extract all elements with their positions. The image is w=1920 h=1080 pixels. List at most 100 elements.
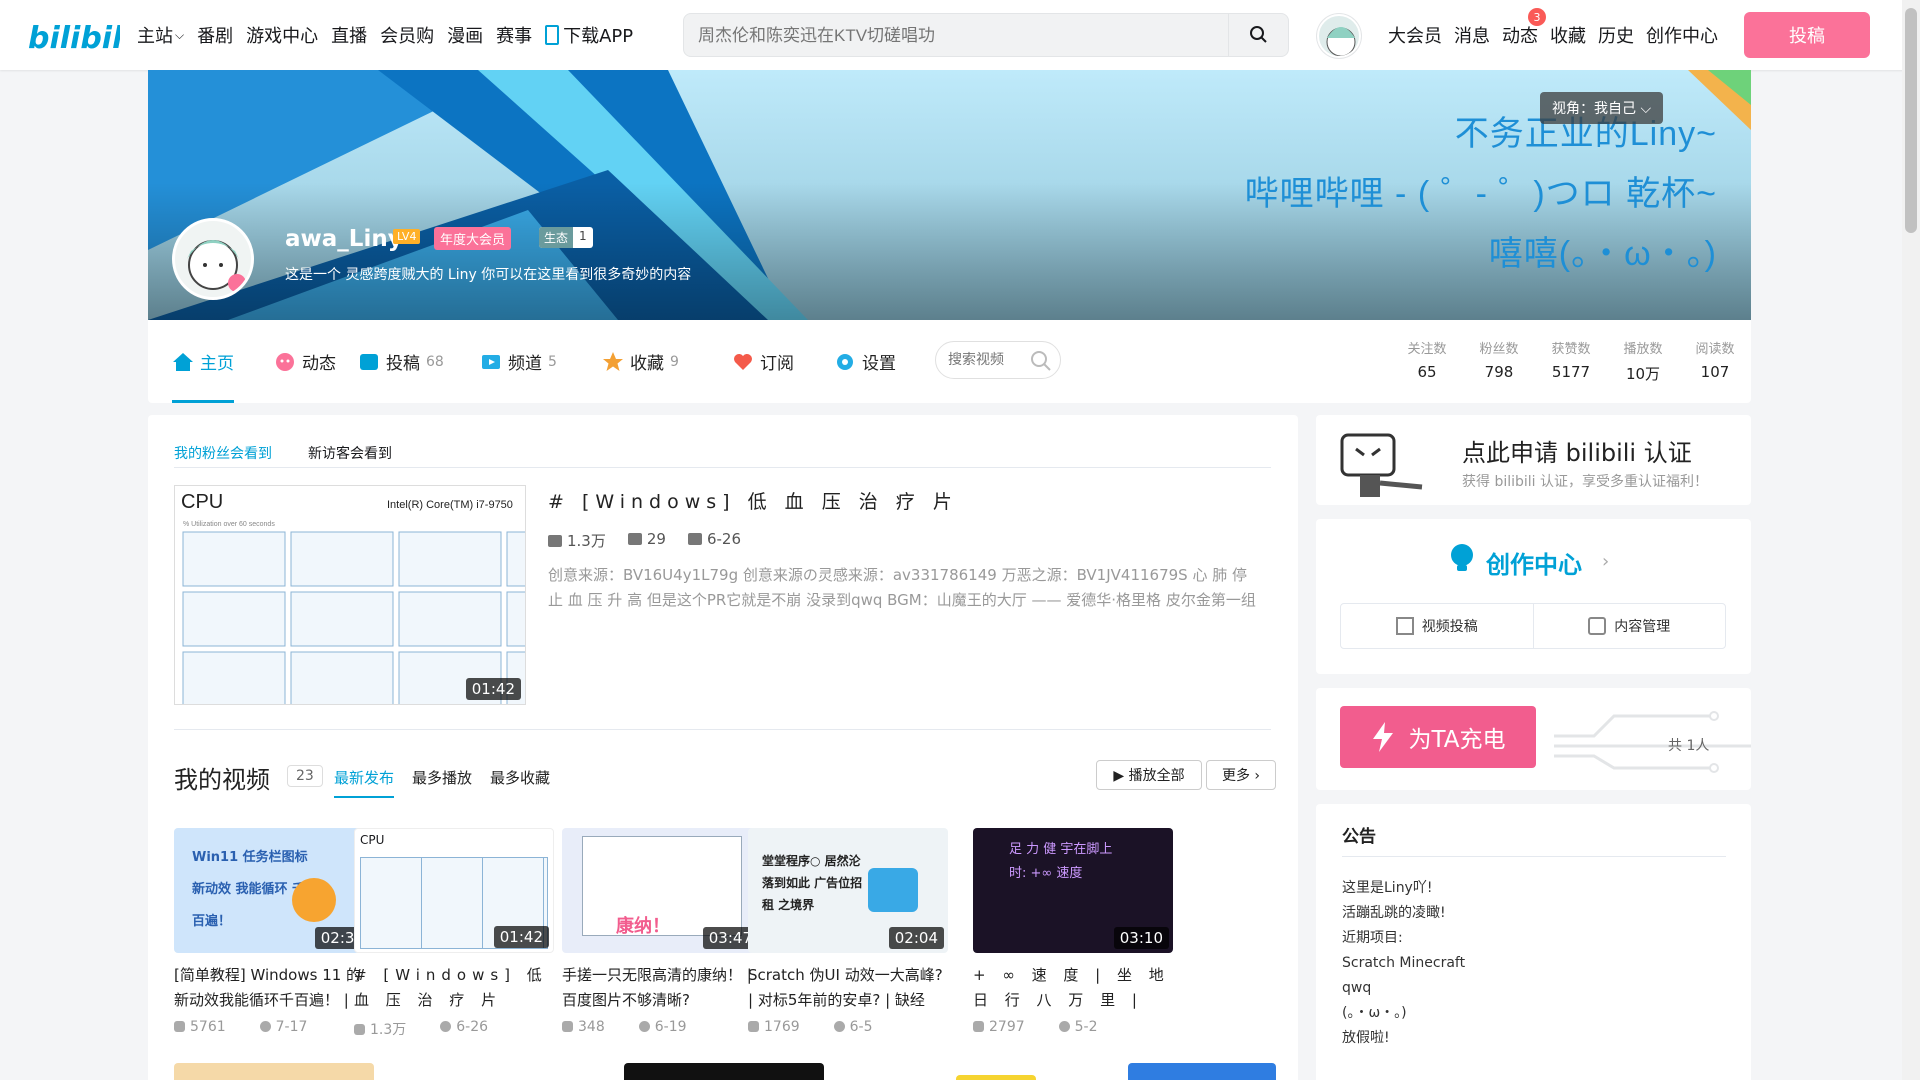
user-nav: 大会员 消息 动态 3 收藏 历史 创作中心 xyxy=(1388,0,1730,70)
video-icon xyxy=(360,353,378,370)
video-title[interactable]: [简单教程] Windows 11 的新动效我能循环千百遍！ | xyxy=(174,963,374,1013)
more-button[interactable]: 更多 › xyxy=(1206,760,1276,790)
tab-settings[interactable]: 设置 xyxy=(834,320,896,403)
video-card[interactable]: 足 力 健 宇在脚上时: +∞ 速度 03:10 + ∞ 速 度 | 坐 地 日… xyxy=(973,828,1173,1035)
nav-download-app[interactable]: 下载APP xyxy=(545,22,633,48)
manage-icon xyxy=(1588,617,1607,635)
search-button[interactable] xyxy=(1228,14,1288,56)
bilibili-logo[interactable]: bilibili xyxy=(28,12,120,56)
video-thumbnail[interactable]: Win11 任务栏图标 新动效 我能循环 千百遍！ 02:33 xyxy=(174,828,374,953)
nav-favorites[interactable]: 收藏 xyxy=(1550,22,1586,48)
video-card[interactable]: 堂堂程序○ 居然沦落到如此 广告位招租 之境界 02:04 Scratch 伪U… xyxy=(748,828,948,1035)
sort-most-played[interactable]: 最多播放 xyxy=(412,767,472,788)
nav-esports[interactable]: 赛事 xyxy=(496,22,532,48)
creator-center-title[interactable]: 创作中心 xyxy=(1486,545,1582,580)
nav-dynamic[interactable]: 动态 3 xyxy=(1502,8,1546,48)
level-badge: LV4 xyxy=(393,229,421,244)
video-thumbnail[interactable] xyxy=(956,1075,1036,1080)
video-title[interactable]: + ∞ 速 度 | 坐 地 日 行 八 万 里 | 足 xyxy=(973,963,1173,1013)
charge-count[interactable]: 共 1人 xyxy=(1668,735,1709,755)
video-thumbnail[interactable]: 足 力 健 宇在脚上时: +∞ 速度 03:10 xyxy=(973,828,1173,953)
divider xyxy=(174,729,1271,730)
video-thumbnail[interactable]: 康纳！ 03:47 xyxy=(562,828,762,953)
tab-favorites[interactable]: 收藏 9 xyxy=(602,320,679,403)
content-manage-button[interactable]: 内容管理 xyxy=(1534,604,1726,648)
section-title: 我的视频 xyxy=(174,766,270,794)
video-search-input[interactable] xyxy=(948,351,1028,367)
subtab-fans[interactable]: 我的粉丝会看到 xyxy=(174,443,272,468)
page-scrollbar[interactable] xyxy=(1902,0,1920,1080)
view-selector[interactable]: 视角：我自己 ⌵ xyxy=(1540,92,1664,124)
nav-live[interactable]: 直播 xyxy=(331,22,367,48)
upload-video-button[interactable]: 视频投稿 xyxy=(1341,604,1534,648)
video-thumbnail[interactable]: 堂堂程序○ 居然沦落到如此 广告位招租 之境界 02:04 xyxy=(748,828,948,953)
video-title[interactable]: Scratch 伪UI 动效一大高峰? | 对标5年前的安卓? | 缺经 xyxy=(748,963,948,1013)
search-input[interactable] xyxy=(698,22,1198,50)
svg-text:% Utilization over 60 seconds: % Utilization over 60 seconds xyxy=(183,521,275,528)
play-all-button[interactable]: ▶ 播放全部 xyxy=(1096,760,1202,790)
notice-card: 公告 这里是Liny吖! 活蹦乱跳的凌瞰! 近期项目: Scratch Mine… xyxy=(1316,804,1751,1080)
sort-most-favorited[interactable]: 最多收藏 xyxy=(490,767,550,788)
lightning-icon xyxy=(1372,722,1393,752)
nav-manga[interactable]: 漫画 xyxy=(447,22,483,48)
nav-mall[interactable]: 会员购 xyxy=(380,22,434,48)
profile-tabs: 主页 动态 投稿68 频道5 收藏9 订阅 设置 关注数65 粉丝数798 获赞… xyxy=(148,320,1751,403)
eco-badge[interactable]: 生态 1 xyxy=(539,227,593,248)
subtab-visitors[interactable]: 新访客会看到 xyxy=(308,443,392,468)
profile-avatar[interactable] xyxy=(172,218,254,300)
featured-subtabs: 我的粉丝会看到 新访客会看到 xyxy=(174,443,392,468)
nav-anime[interactable]: 番剧 xyxy=(197,22,233,48)
profile-signature[interactable]: 这是一个 灵感跨度贼大的 Liny 你可以在这里看到很多奇妙的内容 xyxy=(285,264,691,284)
video-title[interactable]: 手搓一只无限高清的康纳！ | 百度图片不够清晰? xyxy=(562,963,762,1013)
video-thumbnail[interactable] xyxy=(174,1063,374,1080)
nav-messages[interactable]: 消息 xyxy=(1454,22,1490,48)
tab-channels[interactable]: 频道 5 xyxy=(480,320,557,403)
tab-uploads[interactable]: 投稿 68 xyxy=(358,320,444,403)
featured-video-thumbnail[interactable]: CPU Intel(R) Core(TM) i7-9750 % Utilizat… xyxy=(174,485,526,705)
certification-title[interactable]: 点此申请 bilibili 认证 xyxy=(1462,433,1692,468)
nav-main-station[interactable]: 主站 ⌵ xyxy=(137,22,184,48)
tab-subscriptions[interactable]: 订阅 xyxy=(732,320,794,403)
comment-count: 29 xyxy=(628,530,666,551)
video-title[interactable]: # [Windows] 低 血 压 治 疗 片 xyxy=(354,963,554,1013)
sort-latest[interactable]: 最新发布 xyxy=(334,767,395,798)
channel-icon xyxy=(482,354,500,369)
user-avatar[interactable] xyxy=(1317,14,1361,58)
certification-subtitle: 获得 bilibili 认证，享受多重认证福利！ xyxy=(1462,474,1709,490)
stat-following[interactable]: 关注数 65 xyxy=(1391,338,1463,384)
notification-badge: 3 xyxy=(1528,8,1546,26)
upload-button[interactable]: 投稿 xyxy=(1744,12,1870,58)
stat-reads: 阅读数 107 xyxy=(1695,342,1735,381)
scrollbar-thumb[interactable] xyxy=(1905,8,1917,233)
tab-dynamic[interactable]: 动态 xyxy=(274,320,336,403)
video-thumbnail[interactable] xyxy=(1128,1063,1276,1080)
certification-card[interactable]: 点此申请 bilibili 认证 获得 bilibili 认证，享受多重认证福利… xyxy=(1316,415,1751,505)
video-thumbnail[interactable]: CPU 01:42 xyxy=(354,828,554,953)
nav-history[interactable]: 历史 xyxy=(1598,22,1634,48)
featured-video-title[interactable]: # [Windows] 低 血 压 治 疗 片 xyxy=(548,487,958,514)
scratch-cat-image xyxy=(292,878,336,922)
stat-plays: 播放数 10万 xyxy=(1623,342,1663,383)
tv-mascot-image xyxy=(868,868,918,912)
nav-creator-center[interactable]: 创作中心 xyxy=(1646,22,1718,48)
mascot-image xyxy=(1340,433,1423,497)
nav-game-center[interactable]: 游戏中心 xyxy=(246,22,318,48)
gear-icon xyxy=(837,353,853,370)
profile-username: awa_Liny xyxy=(285,226,403,252)
chevron-right-icon: › xyxy=(1602,551,1610,572)
phone-icon xyxy=(545,25,560,45)
notice-content[interactable]: 这里是Liny吖! 活蹦乱跳的凌瞰! 近期项目: Scratch Minecra… xyxy=(1342,876,1465,1051)
video-thumbnail[interactable] xyxy=(624,1063,824,1080)
video-card[interactable]: 康纳！ 03:47 手搓一只无限高清的康纳！ | 百度图片不够清晰? 348 6-… xyxy=(562,828,762,1035)
lightbulb-icon xyxy=(1451,544,1473,571)
nav-vip[interactable]: 大会员 xyxy=(1388,22,1442,48)
stat-followers[interactable]: 粉丝数 798 xyxy=(1463,338,1535,384)
video-card[interactable]: Win11 任务栏图标 新动效 我能循环 千百遍！ 02:33 [简单教程] W… xyxy=(174,828,374,1035)
search-icon[interactable] xyxy=(1030,350,1052,372)
profile-stats: 关注数 65 粉丝数 798 获赞数 5177 播放数 10万 阅读数 107 xyxy=(1391,338,1751,384)
video-card[interactable]: CPU 01:42 # [Windows] 低 血 压 治 疗 片 1.3万 6-… xyxy=(354,828,554,1039)
charge-button[interactable]: 为TA充电 xyxy=(1340,706,1536,768)
stat-likes: 获赞数 5177 xyxy=(1551,342,1591,381)
tab-home[interactable]: 主页 xyxy=(172,320,234,403)
svg-text:Intel(R) Core(TM) i7-9750: Intel(R) Core(TM) i7-9750 xyxy=(387,499,513,511)
